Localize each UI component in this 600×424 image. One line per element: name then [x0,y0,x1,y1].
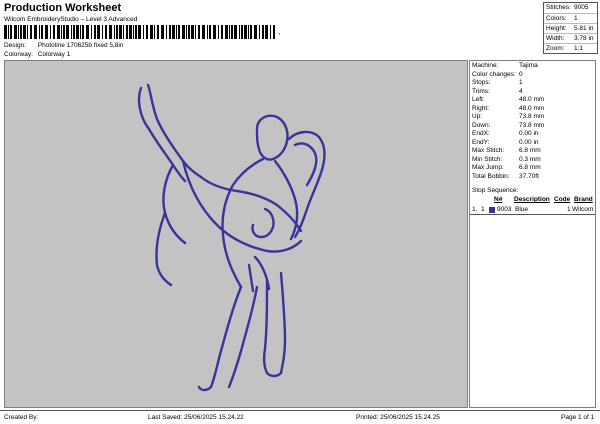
row-description: Blue [515,206,529,213]
embroidery-design [137,83,326,392]
worksheet-title: Production Worksheet [4,2,122,14]
row-brand: Wilcom [572,206,594,213]
thread-color-swatch [489,207,495,213]
footer: Created By: Last Saved: 25/06/2025 15.24… [0,410,600,424]
row-index: 1. [472,206,478,213]
col-brand: Brand [574,196,593,203]
barcode-suffix: , [278,27,281,36]
barcode [4,25,275,39]
last-saved: Last Saved: 25/06/2025 15.24.22 [148,414,244,421]
design-preview [4,60,468,408]
man-right-leg [262,279,283,378]
man-head [255,114,289,161]
colorway-row: Colorway: Colorway 1 [4,51,70,58]
stop-sequence-header: N# Description Code Brand [470,196,595,205]
page-number: Page 1 of 1 [561,414,595,421]
summary-width: Width: 3.78 in [544,33,597,43]
summary-stitches: Stitches: 9005 [546,4,589,11]
created-by: Created By: [4,414,39,421]
man-arm [251,207,275,239]
software-name: Wilcom EmbroideryStudio – Level 3 Advanc… [4,16,138,23]
col-description: Description [514,196,550,203]
woman-raised-leg [137,86,187,183]
row-code: 1 [567,206,571,213]
row-stop: 1 [481,206,485,213]
colorway-name: Colorway 1 [37,51,71,58]
stop-sequence-title: Stop Sequence: [472,187,519,194]
design-row: Design: Photoline 170625b fixed 5,8in [4,42,123,49]
summary-colors: Colors: 1 [544,13,597,23]
printed-date: Printed: 25/06/2025 15.24.25 [356,414,440,421]
row-thread-number: 9003 [497,206,512,213]
summary-height: Height: 5.81 in [544,23,597,33]
summary-box: Stitches: 9005 Colors: 1 Height: 5.81 in Wi… [543,2,598,54]
sequence-divider [470,214,595,215]
design-name: Photoline 170625b fixed 5,8in [37,42,124,49]
man-torso [221,157,265,289]
summary-zoom: Zoom: 1:1 [544,43,597,53]
stat-total-bobbin: Total Bobbin: 37.70ft [472,172,539,180]
design-label: Design: [4,42,27,49]
colorway-label: Colorway: [4,51,33,58]
col-code: Code [554,196,571,203]
stats-panel: Machine: Tajima Color changes: 0 Stops: 1 T… [469,60,596,408]
col-number: N# [494,196,503,203]
